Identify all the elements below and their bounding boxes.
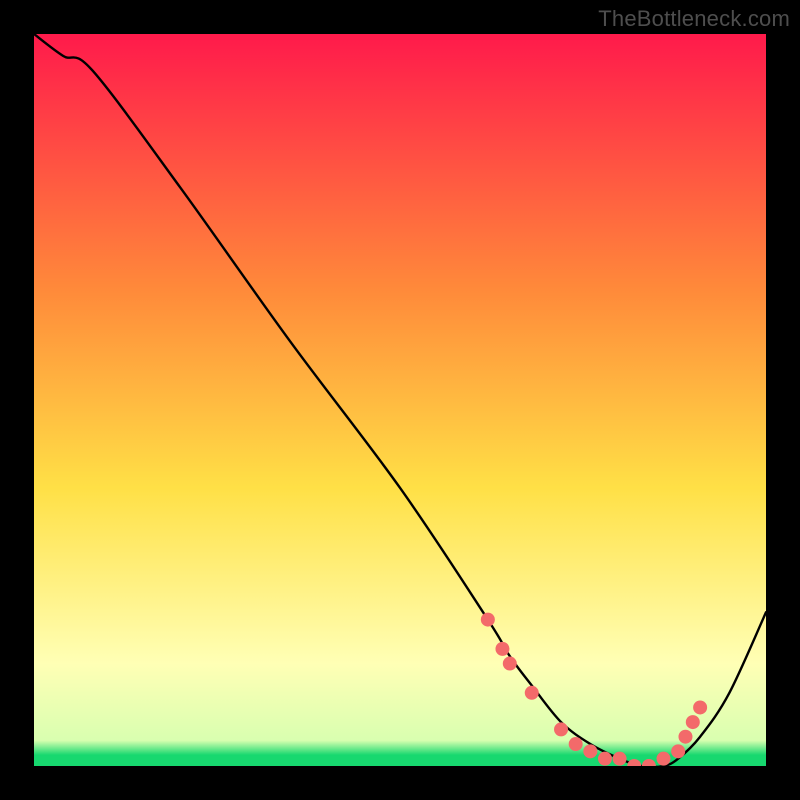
marker-dot [569,737,583,751]
marker-dot [554,722,568,736]
marker-dot [613,752,627,766]
marker-dot [495,642,509,656]
bottleneck-chart [34,34,766,766]
marker-dot [598,752,612,766]
chart-background [34,34,766,766]
marker-dot [481,613,495,627]
marker-dot [657,752,671,766]
marker-dot [583,744,597,758]
marker-dot [678,730,692,744]
marker-dot [503,657,517,671]
marker-dot [671,744,685,758]
chart-frame: TheBottleneck.com [0,0,800,800]
marker-dot [525,686,539,700]
marker-dot [693,700,707,714]
marker-dot [686,715,700,729]
watermark-text: TheBottleneck.com [598,6,790,32]
